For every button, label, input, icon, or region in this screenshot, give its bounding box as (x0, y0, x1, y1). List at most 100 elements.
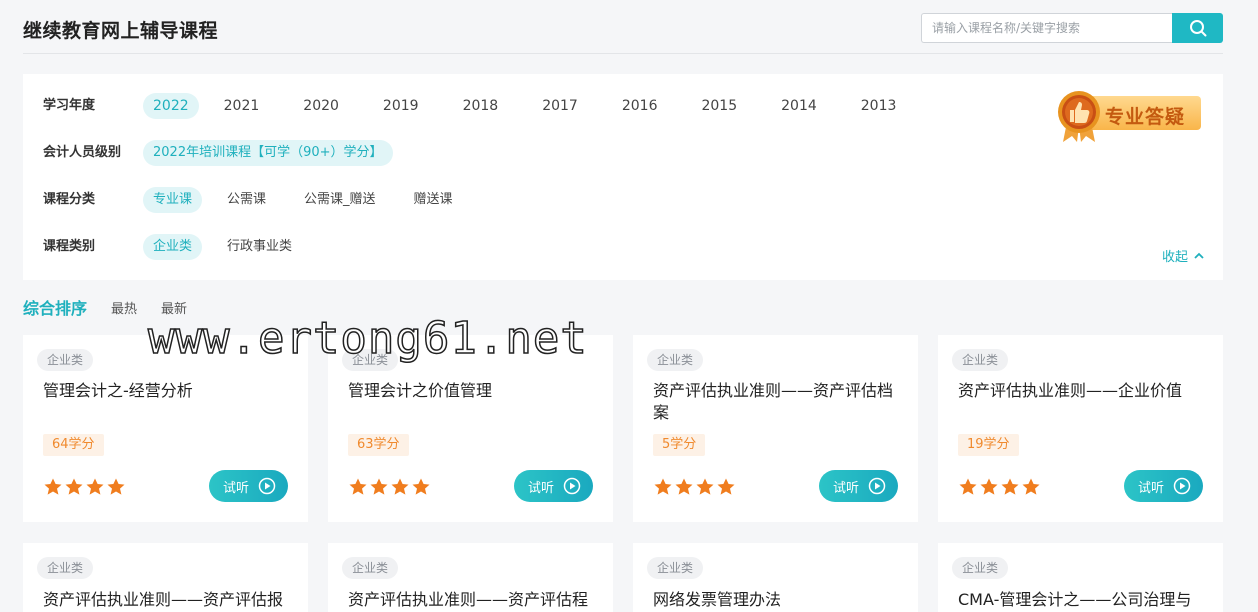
course-tag: 企业类 (952, 557, 1009, 579)
course-card[interactable]: 企业类 网络发票管理办法 (633, 543, 918, 612)
course-card[interactable]: 企业类 资产评估执业准则——企业价值 19学分 试听 (938, 335, 1223, 522)
course-tag: 企业类 (37, 349, 94, 371)
course-title[interactable]: 资产评估执业准则——资产评估档案 (653, 380, 903, 424)
course-title[interactable]: 资产评估执业准则——企业价值 (958, 380, 1208, 402)
course-credits: 63学分 (348, 434, 409, 456)
filter-options-category: 专业课 公需课 公需课_赠送 赠送课 (143, 187, 478, 213)
year-option-2019[interactable]: 2019 (373, 93, 429, 119)
rating-stars (43, 477, 127, 497)
trial-listen-button[interactable]: 试听 (209, 470, 288, 502)
star-icon (44, 478, 62, 495)
course-credits: 19学分 (958, 434, 1019, 456)
page-title: 继续教育网上辅导课程 (23, 20, 219, 42)
play-circle-icon (1173, 477, 1191, 495)
star-icon (412, 478, 430, 495)
category-option-professional[interactable]: 专业课 (143, 187, 203, 213)
course-card[interactable]: 企业类 CMA-管理会计之——公司治理与 (938, 543, 1223, 612)
course-credits: 64学分 (43, 434, 104, 456)
star-icon (696, 478, 714, 495)
star-icon (370, 478, 388, 495)
trial-listen-label: 试听 (1138, 479, 1165, 495)
year-option-2013[interactable]: 2013 (851, 93, 907, 119)
course-card[interactable]: 企业类 资产评估执业准则——资产评估程 (328, 543, 613, 612)
star-icon (1022, 478, 1040, 495)
type-option-administrative[interactable]: 行政事业类 (217, 234, 302, 260)
course-title[interactable]: 管理会计之价值管理 (348, 380, 598, 402)
star-icon (65, 478, 83, 495)
filter-label-type: 课程类别 (43, 239, 96, 254)
star-icon (654, 478, 672, 495)
trial-listen-button[interactable]: 试听 (819, 470, 898, 502)
category-option-gift[interactable]: 赠送课 (404, 187, 463, 213)
course-title[interactable]: 资产评估执业准则——资产评估报 (43, 589, 293, 611)
course-title[interactable]: 资产评估执业准则——资产评估程 (348, 589, 598, 611)
course-tag: 企业类 (37, 557, 94, 579)
play-circle-icon (563, 477, 581, 495)
star-icon (391, 478, 409, 495)
filter-options-level: 2022年培训课程【可学（90+）学分】 (143, 140, 408, 166)
filter-options-year: 2022 2021 2020 2019 2018 2017 2016 2015 … (143, 93, 921, 119)
course-tag: 企业类 (952, 349, 1009, 371)
collapse-label: 收起 (1162, 250, 1189, 265)
sort-option-hottest[interactable]: 最热 (111, 298, 137, 317)
trial-listen-label: 试听 (833, 479, 860, 495)
sort-option-newest[interactable]: 最新 (161, 298, 187, 317)
qa-badge[interactable]: 专业答疑 (1055, 88, 1205, 144)
category-option-public[interactable]: 公需课 (217, 187, 276, 213)
course-card[interactable]: 企业类 资产评估执业准则——资产评估报 (23, 543, 308, 612)
level-option-2022[interactable]: 2022年培训课程【可学（90+）学分】 (143, 140, 393, 166)
course-tag: 企业类 (342, 349, 399, 371)
star-icon (349, 478, 367, 495)
course-title[interactable]: 网络发票管理办法 (653, 589, 903, 611)
rating-stars (653, 477, 737, 497)
trial-listen-button[interactable]: 试听 (514, 470, 593, 502)
course-title[interactable]: CMA-管理会计之——公司治理与 (958, 589, 1208, 611)
star-icon (980, 478, 998, 495)
sort-option-overall[interactable]: 综合排序 (23, 295, 87, 319)
year-option-2020[interactable]: 2020 (293, 93, 349, 119)
chevron-up-icon (1194, 252, 1204, 259)
filter-label-level: 会计人员级别 (43, 145, 122, 160)
year-option-2021[interactable]: 2021 (214, 93, 270, 119)
course-tag: 企业类 (647, 557, 704, 579)
year-option-2018[interactable]: 2018 (453, 93, 509, 119)
star-icon (675, 478, 693, 495)
qa-badge-label: 专业答疑 (1105, 106, 1186, 128)
course-credits: 5学分 (653, 434, 706, 456)
year-option-2017[interactable]: 2017 (532, 93, 588, 119)
year-option-2015[interactable]: 2015 (691, 93, 747, 119)
course-tag: 企业类 (647, 349, 704, 371)
trial-listen-label: 试听 (528, 479, 555, 495)
play-circle-icon (868, 477, 886, 495)
filter-label-category: 课程分类 (43, 192, 96, 207)
thumbs-up-medal-icon (1058, 91, 1100, 142)
star-icon (107, 478, 125, 495)
star-icon (717, 478, 735, 495)
search-button[interactable] (1172, 13, 1223, 43)
collapse-link[interactable]: 收起 (1162, 246, 1206, 265)
trial-listen-button[interactable]: 试听 (1124, 470, 1203, 502)
course-card[interactable]: 企业类 管理会计之价值管理 63学分 试听 (328, 335, 613, 522)
rating-stars (958, 477, 1042, 497)
year-option-2016[interactable]: 2016 (612, 93, 668, 119)
search-input[interactable] (921, 13, 1173, 43)
category-option-public-gift[interactable]: 公需课_赠送 (294, 187, 386, 213)
star-icon (86, 478, 104, 495)
star-icon (1001, 478, 1019, 495)
type-option-enterprise[interactable]: 企业类 (143, 234, 203, 260)
star-icon (959, 478, 977, 495)
header-divider (23, 53, 1223, 54)
filter-label-year: 学习年度 (43, 98, 96, 113)
year-option-2022[interactable]: 2022 (143, 93, 199, 119)
trial-listen-label: 试听 (223, 479, 250, 495)
page-header: 继续教育网上辅导课程 (0, 0, 1258, 54)
play-circle-icon (258, 477, 276, 495)
course-title[interactable]: 管理会计之-经营分析 (43, 380, 293, 402)
filter-options-type: 企业类 行政事业类 (143, 234, 317, 260)
year-option-2014[interactable]: 2014 (771, 93, 827, 119)
course-card[interactable]: 企业类 资产评估执业准则——资产评估档案 5学分 试听 (633, 335, 918, 522)
filter-panel: 学习年度 2022 2021 2020 2019 2018 2017 2016 … (23, 74, 1223, 280)
course-tag: 企业类 (342, 557, 399, 579)
search-icon (1189, 20, 1206, 37)
course-card[interactable]: 企业类 管理会计之-经营分析 64学分 试听 (23, 335, 308, 522)
